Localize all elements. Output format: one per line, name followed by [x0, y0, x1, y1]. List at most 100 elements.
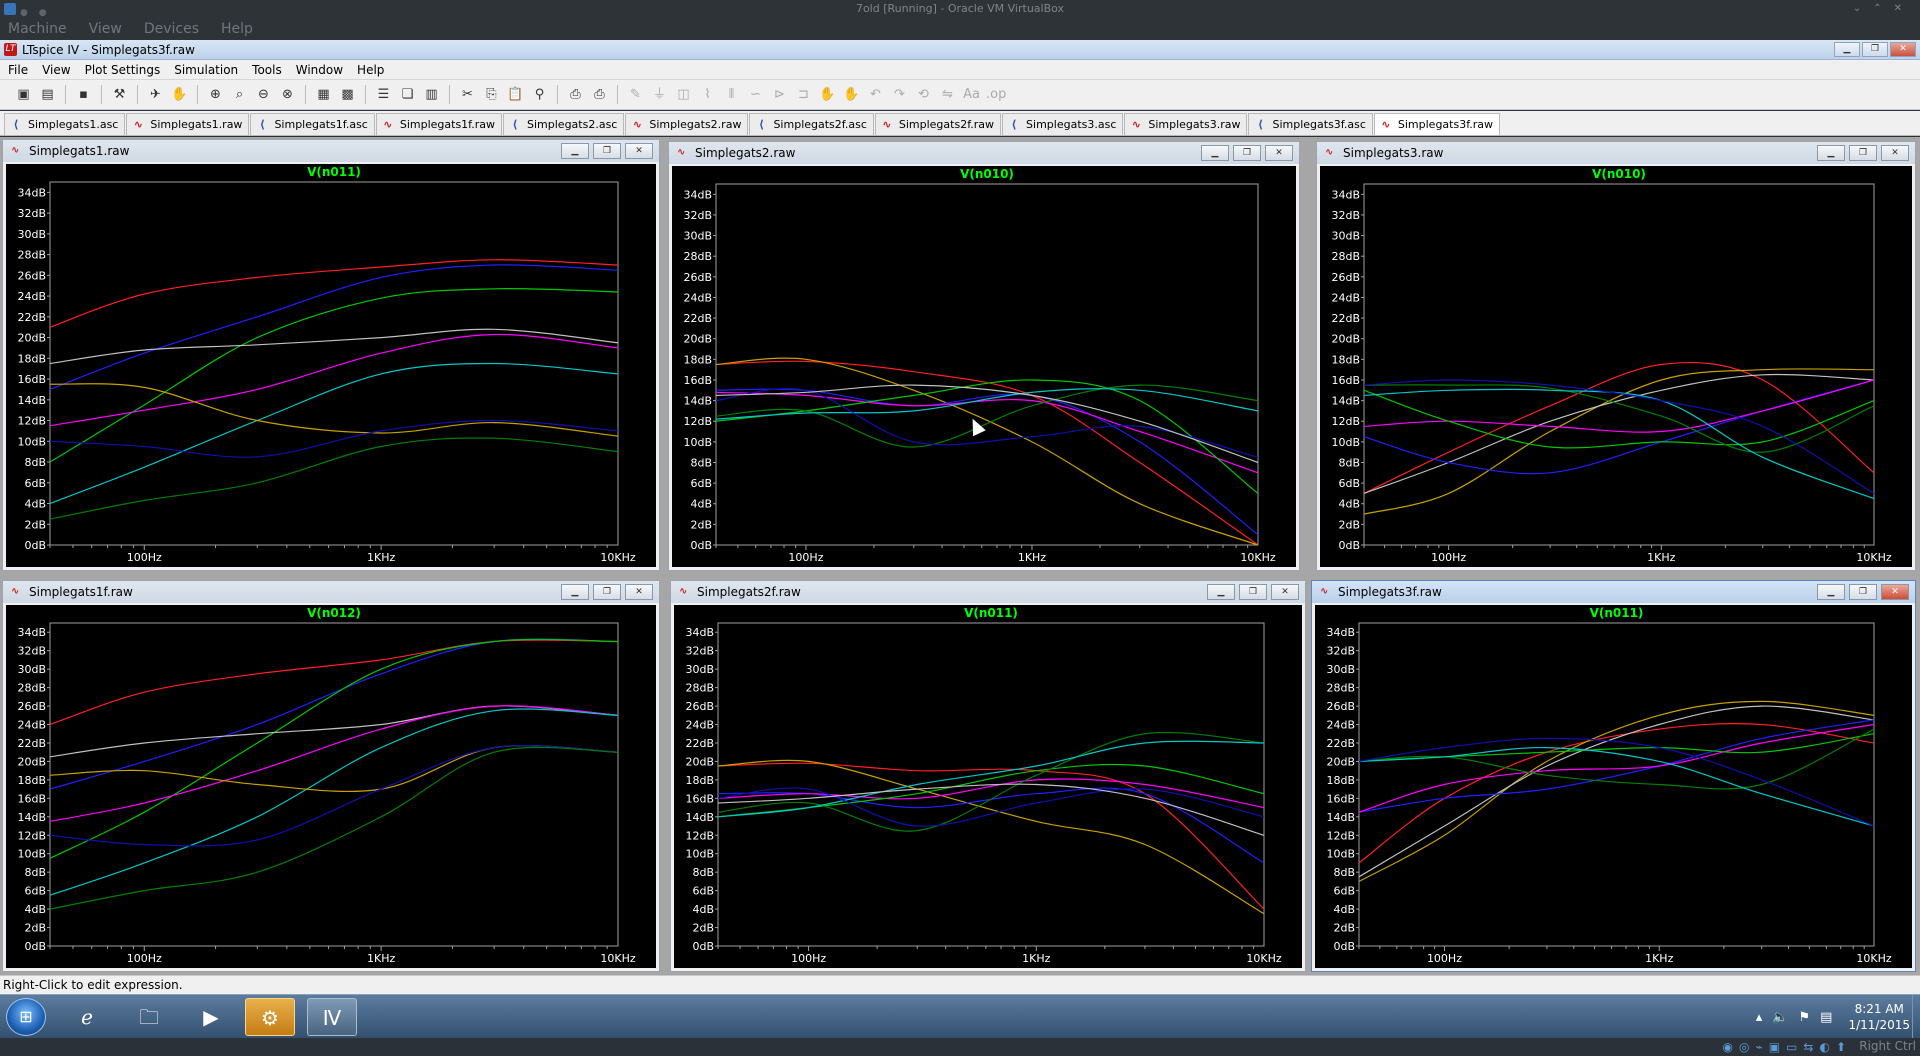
- bode-plot[interactable]: V(n011) 0dB 2dB 4dB 6dB 8dB 10dB 12dB 14dB 16dB 18…: [674, 605, 1302, 968]
- print-icon[interactable]: ⎙: [590, 85, 609, 104]
- trace-expression[interactable]: V(n011): [1590, 606, 1644, 620]
- menu-view[interactable]: View: [42, 60, 70, 79]
- bode-plot[interactable]: V(n011) 0dB 2dB 4dB 6dB 8dB 10dB 12dB 14dB 16dB 18…: [6, 164, 656, 567]
- plot-area[interactable]: V(n011) 0dB 2dB 4dB 6dB 8dB 10dB 12dB 14dB 16dB 18…: [674, 605, 1302, 968]
- label-net-icon[interactable]: ◫: [674, 85, 693, 104]
- network-adapter-icon[interactable]: ⇆: [1803, 1040, 1813, 1054]
- plot-window-2[interactable]: ∿ Simplegats2.raw ▁ ❐ ✕ V(n010) 0dB 2dB 4dB 6dB 8d…: [668, 141, 1300, 571]
- plot-window-3[interactable]: ∿ Simplegats3.raw ▁ ❐ ✕ V(n010) 0dB 2dB 4dB 6dB 8d…: [1316, 141, 1916, 571]
- plot-minimize-button[interactable]: ▁: [561, 143, 589, 159]
- ltspice-app-icon[interactable]: LT: [4, 43, 17, 56]
- plot-close-button[interactable]: ✕: [625, 143, 653, 159]
- trace-expression[interactable]: V(n012): [307, 606, 361, 620]
- internet-explorer-icon[interactable]: ℯ: [62, 998, 112, 1036]
- close-button[interactable]: ✕: [1890, 42, 1916, 57]
- plot-window-title-bar[interactable]: ∿ Simplegats2.raw ▁ ❐ ✕: [669, 142, 1299, 164]
- halt-icon[interactable]: ✋: [170, 85, 189, 104]
- plot-maximize-button[interactable]: ❐: [1849, 145, 1877, 161]
- plot-window-title-bar[interactable]: ∿ Simplegats3f.raw ▁ ❐ ✕: [1312, 581, 1915, 603]
- bode-plot[interactable]: V(n010) 0dB 2dB 4dB 6dB 8dB 10dB 12dB 14dB 16dB 18…: [672, 166, 1296, 567]
- tab-simplegats1f-asc[interactable]: ⟨ Simplegats1f.asc: [250, 113, 375, 135]
- plot-window-6[interactable]: ∿ Simplegats3f.raw ▁ ❐ ✕ V(n011) 0dB 2dB 4dB 6dB 8…: [1311, 580, 1916, 972]
- trace-expression[interactable]: V(n010): [960, 167, 1014, 181]
- menu-help[interactable]: Help: [357, 60, 384, 79]
- cut-icon[interactable]: ✂: [458, 85, 477, 104]
- vbox-menu-help[interactable]: Help: [221, 18, 253, 40]
- trace-2[interactable]: [717, 759, 1265, 915]
- trace-4[interactable]: [715, 391, 1259, 474]
- trace-4[interactable]: [49, 328, 619, 365]
- usb-icon[interactable]: ⌁: [1755, 1040, 1762, 1054]
- restore-button[interactable]: ❐: [1862, 42, 1888, 57]
- menu-plot-settings[interactable]: Plot Settings: [85, 60, 161, 79]
- plot-close-button[interactable]: ✕: [1265, 145, 1293, 161]
- media-player-icon[interactable]: ▶: [186, 998, 236, 1036]
- trace-2[interactable]: [49, 638, 619, 790]
- plot-window-title-bar[interactable]: ∿ Simplegats2f.raw ▁ ❐ ✕: [671, 581, 1305, 603]
- component-icon[interactable]: ⊐: [794, 85, 813, 104]
- volume-icon[interactable]: 🔈: [1772, 1010, 1788, 1025]
- find-icon[interactable]: ⚲: [530, 85, 549, 104]
- plot-maximize-button[interactable]: ❐: [593, 584, 621, 600]
- run-icon[interactable]: ✈: [146, 85, 165, 104]
- menu-window[interactable]: Window: [296, 60, 343, 79]
- trace-6[interactable]: [1363, 389, 1875, 449]
- tab-simplegats2-asc[interactable]: ⟨ Simplegats2.asc: [503, 113, 625, 135]
- trace-3[interactable]: [715, 388, 1259, 536]
- trace-6[interactable]: [49, 708, 619, 896]
- tab-simplegats2-raw[interactable]: ∿ Simplegats2.raw: [625, 113, 749, 135]
- new-schematic-icon[interactable]: ▣: [14, 85, 33, 104]
- plot-maximize-button[interactable]: ❐: [1849, 584, 1877, 600]
- trace-9[interactable]: [1363, 379, 1875, 494]
- print-preview-icon[interactable]: ⎙: [566, 85, 585, 104]
- zoom-fit-icon[interactable]: ⊗: [278, 85, 297, 104]
- plot-close-button[interactable]: ✕: [1881, 584, 1909, 600]
- control-panel-icon[interactable]: ⚒: [110, 85, 129, 104]
- trace-4[interactable]: [717, 778, 1265, 809]
- plot-minimize-button[interactable]: ▁: [1817, 145, 1845, 161]
- plot-window-title-bar[interactable]: ∿ Simplegats1f.raw ▁ ❐ ✕: [3, 581, 659, 603]
- tab-simplegats3-asc[interactable]: ⟨ Simplegats3.asc: [1002, 113, 1124, 135]
- trace-expression[interactable]: V(n011): [307, 165, 361, 179]
- drag-icon[interactable]: ✋: [842, 85, 861, 104]
- trace-1[interactable]: [49, 259, 619, 328]
- plot-area[interactable]: V(n011) 0dB 2dB 4dB 6dB 8dB 10dB 12dB 14dB 16dB 18…: [6, 164, 656, 567]
- trace-1[interactable]: [49, 639, 619, 726]
- menu-simulation[interactable]: Simulation: [174, 60, 238, 79]
- hdd-icon[interactable]: ◉: [1723, 1040, 1733, 1054]
- bode-plot[interactable]: V(n011) 0dB 2dB 4dB 6dB 8dB 10dB 12dB 14dB 16dB 18…: [1315, 605, 1912, 968]
- plot-window-title-bar[interactable]: ∿ Simplegats3.raw ▁ ❐ ✕: [1317, 142, 1915, 164]
- pan-icon[interactable]: ⌕: [230, 85, 249, 104]
- move-icon[interactable]: ✋: [818, 85, 837, 104]
- zoom-in-icon[interactable]: ⊕: [206, 85, 225, 104]
- tab-simplegats3-raw[interactable]: ∿ Simplegats3.raw: [1124, 113, 1248, 135]
- rotate-icon[interactable]: ⟲: [914, 85, 933, 104]
- trace-2[interactable]: [715, 357, 1259, 546]
- vbox-menu-view[interactable]: View: [89, 18, 122, 40]
- trace-9[interactable]: [49, 437, 619, 520]
- bode-plot[interactable]: V(n012) 0dB 2dB 4dB 6dB 8dB 10dB 12dB 14dB 16dB 18…: [6, 605, 656, 968]
- tile-vertical-icon[interactable]: ▥: [422, 85, 441, 104]
- trace-7[interactable]: [49, 744, 619, 793]
- vbox-window-controls[interactable]: ⌄⌃✕: [1853, 0, 1914, 18]
- plot-window-title-bar[interactable]: ∿ Simplegats1.raw ▁ ❐ ✕: [3, 140, 659, 162]
- mouse-integration-icon[interactable]: ⬆: [1836, 1040, 1846, 1054]
- trace-4[interactable]: [49, 705, 619, 758]
- trace-8[interactable]: [49, 744, 619, 847]
- undo-icon[interactable]: ↶: [866, 85, 885, 104]
- plot-minimize-button[interactable]: ▁: [1201, 145, 1229, 161]
- plot-minimize-button[interactable]: ▁: [1817, 584, 1845, 600]
- windows-explorer-icon[interactable]: 🗀: [124, 998, 174, 1036]
- menu-tools[interactable]: Tools: [252, 60, 282, 79]
- tab-simplegats2f-raw[interactable]: ∿ Simplegats2f.raw: [874, 113, 1002, 135]
- plot-minimize-button[interactable]: ▁: [1207, 584, 1235, 600]
- start-button[interactable]: ⊞: [6, 998, 46, 1036]
- tile-horizontal-icon[interactable]: ☰: [374, 85, 393, 104]
- display-icon[interactable]: ▭: [1786, 1040, 1797, 1054]
- tab-simplegats2f-asc[interactable]: ⟨ Simplegats2f.asc: [749, 113, 874, 135]
- menu-file[interactable]: File: [8, 60, 28, 79]
- trace-5[interactable]: [49, 333, 619, 427]
- plot-maximize-button[interactable]: ❐: [1233, 145, 1261, 161]
- plot-close-button[interactable]: ✕: [1881, 145, 1909, 161]
- trace-expression[interactable]: V(n011): [964, 606, 1018, 620]
